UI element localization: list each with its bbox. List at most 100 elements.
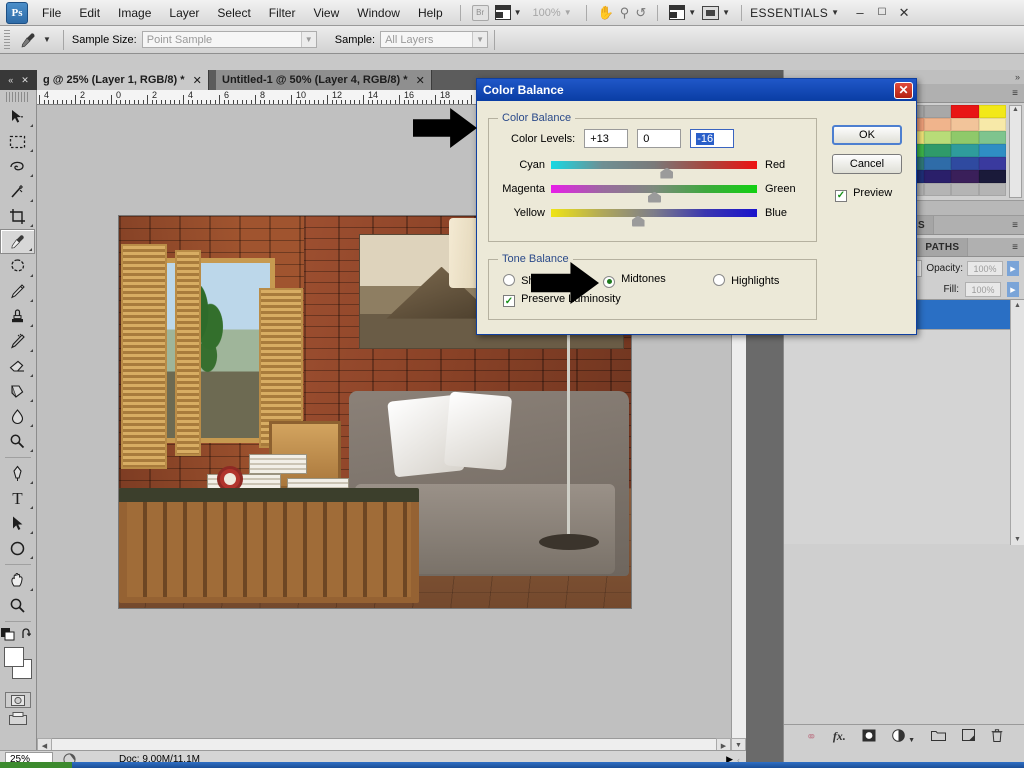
layer-style-icon[interactable]: fx. xyxy=(833,729,846,744)
menu-file[interactable]: File xyxy=(33,2,70,24)
color-swatch[interactable] xyxy=(979,170,1007,183)
color-swatch[interactable] xyxy=(924,170,952,183)
taskbar-start-button[interactable] xyxy=(0,762,72,768)
sample-select[interactable]: All Layers ▼ xyxy=(380,31,488,48)
link-layers-icon[interactable]: ⚭ xyxy=(806,729,817,745)
menu-filter[interactable]: Filter xyxy=(260,2,305,24)
color-swatch[interactable] xyxy=(979,131,1007,144)
pen-tool[interactable] xyxy=(0,461,35,486)
yellow-blue-slider-thumb[interactable] xyxy=(632,216,645,227)
color-swatch[interactable] xyxy=(951,144,979,157)
zoom-tool-button[interactable]: ⚲ xyxy=(617,3,633,23)
toolbar-collapse-icon[interactable]: « xyxy=(5,75,16,85)
preview-checkbox[interactable]: ✓ Preview xyxy=(835,187,892,202)
magic-wand-tool[interactable] xyxy=(0,179,35,204)
swap-colors-icon[interactable] xyxy=(21,628,35,641)
yellow-blue-level-field[interactable]: -16 xyxy=(690,129,734,148)
color-swatch[interactable] xyxy=(951,118,979,131)
menu-select[interactable]: Select xyxy=(208,2,259,24)
styles-panel-menu-icon[interactable]: ≡ xyxy=(1006,84,1024,102)
document-tab-1-close-icon[interactable]: ✕ xyxy=(416,74,425,87)
dialog-close-icon[interactable]: ✕ xyxy=(894,82,913,99)
gradient-tool[interactable] xyxy=(0,379,35,404)
marquee-tool[interactable] xyxy=(0,129,35,154)
screen-layout-button[interactable]: ▼ xyxy=(666,3,699,23)
tab-paths[interactable]: PATHS xyxy=(917,238,968,256)
menu-edit[interactable]: Edit xyxy=(70,2,109,24)
window-restore-button[interactable]: ☐ xyxy=(871,7,893,18)
adjustments-panel-menu-icon[interactable]: ≡ xyxy=(1006,216,1024,234)
ok-button[interactable]: OK xyxy=(832,125,902,145)
hand-tool[interactable] xyxy=(0,568,35,593)
options-bar-grip[interactable] xyxy=(4,30,10,50)
swatches-scrollbar[interactable]: ▲ xyxy=(1009,105,1022,198)
zoom-chevron-down-icon[interactable]: ▼ xyxy=(564,8,572,17)
fill-field[interactable]: 100% xyxy=(965,282,1001,297)
color-swatch[interactable] xyxy=(951,157,979,170)
lasso-tool[interactable] xyxy=(0,154,35,179)
menu-view[interactable]: View xyxy=(304,2,348,24)
color-swatch[interactable] xyxy=(924,183,952,196)
eyedropper-tool[interactable] xyxy=(0,229,35,254)
zoom-tool[interactable] xyxy=(0,593,35,618)
menu-help[interactable]: Help xyxy=(409,2,452,24)
expand-panels-icon[interactable]: » xyxy=(1015,72,1020,82)
healing-brush-tool[interactable] xyxy=(0,254,35,279)
dialog-title-bar[interactable]: Color Balance ✕ xyxy=(477,79,916,101)
color-swatch[interactable] xyxy=(924,144,952,157)
cyan-red-slider[interactable] xyxy=(551,161,757,169)
toolbar-grip[interactable] xyxy=(6,92,30,102)
history-brush-tool[interactable] xyxy=(0,329,35,354)
magenta-green-level-field[interactable]: 0 xyxy=(637,129,681,148)
clone-stamp-tool[interactable] xyxy=(0,304,35,329)
cancel-button[interactable]: Cancel xyxy=(832,154,902,174)
crop-tool[interactable] xyxy=(0,204,35,229)
color-swatch[interactable] xyxy=(924,157,952,170)
blur-tool[interactable] xyxy=(0,404,35,429)
document-tab-1[interactable]: Untitled-1 @ 50% (Layer 4, RGB/8) * ✕ xyxy=(216,70,432,90)
color-swatch[interactable] xyxy=(979,183,1007,196)
hand-tool-button[interactable]: ✋ xyxy=(595,3,617,23)
color-swatch[interactable] xyxy=(924,105,952,118)
path-selection-tool[interactable] xyxy=(0,511,35,536)
midtones-radio[interactable]: Midtones xyxy=(603,273,713,288)
move-tool[interactable] xyxy=(0,104,35,129)
layer-mask-icon[interactable] xyxy=(862,729,876,745)
screen-mode-button[interactable]: ▼ xyxy=(699,3,733,23)
color-swatch[interactable] xyxy=(951,170,979,183)
color-swatch[interactable] xyxy=(951,131,979,144)
new-layer-icon[interactable] xyxy=(962,729,975,744)
fill-slider-icon[interactable]: ▶ xyxy=(1007,282,1019,297)
color-swatch[interactable] xyxy=(951,105,979,118)
new-group-icon[interactable] xyxy=(931,730,946,744)
document-tab-0[interactable]: g @ 25% (Layer 1, RGB/8) * ✕ xyxy=(37,70,209,90)
color-swatch[interactable] xyxy=(979,157,1007,170)
workspace-chevron-down-icon[interactable]: ▼ xyxy=(831,8,839,17)
sample-size-select[interactable]: Point Sample ▼ xyxy=(142,31,317,48)
menu-window[interactable]: Window xyxy=(348,2,409,24)
workspace-label[interactable]: ESSENTIALS xyxy=(750,6,828,20)
color-swatch[interactable] xyxy=(924,118,952,131)
document-tab-0-close-icon[interactable]: ✕ xyxy=(193,74,202,87)
menu-layer[interactable]: Layer xyxy=(160,2,208,24)
adjustment-layer-icon[interactable]: ▼ xyxy=(892,729,915,745)
bridge-button[interactable]: Br xyxy=(469,3,492,23)
color-swatch[interactable] xyxy=(979,118,1007,131)
default-colors-icon[interactable] xyxy=(1,628,15,641)
foreground-color-swatch[interactable] xyxy=(4,647,24,667)
opacity-slider-icon[interactable]: ▶ xyxy=(1007,261,1019,276)
cyan-red-level-field[interactable]: +13 xyxy=(584,129,628,148)
type-tool[interactable]: T xyxy=(0,486,35,511)
highlights-radio[interactable]: Highlights xyxy=(713,274,779,287)
eraser-tool[interactable] xyxy=(0,354,35,379)
magenta-green-slider-thumb[interactable] xyxy=(648,192,661,203)
layers-panel-menu-icon[interactable]: ≡ xyxy=(1006,238,1024,256)
cyan-red-slider-thumb[interactable] xyxy=(660,168,673,179)
brush-tool[interactable] xyxy=(0,279,35,304)
quick-mask-icon[interactable] xyxy=(5,692,31,708)
color-swatch[interactable] xyxy=(979,144,1007,157)
screen-mode-toolbar-icon[interactable] xyxy=(9,712,27,725)
delete-layer-icon[interactable] xyxy=(991,729,1003,745)
color-swatch[interactable] xyxy=(924,131,952,144)
window-close-button[interactable]: ✕ xyxy=(893,5,915,21)
